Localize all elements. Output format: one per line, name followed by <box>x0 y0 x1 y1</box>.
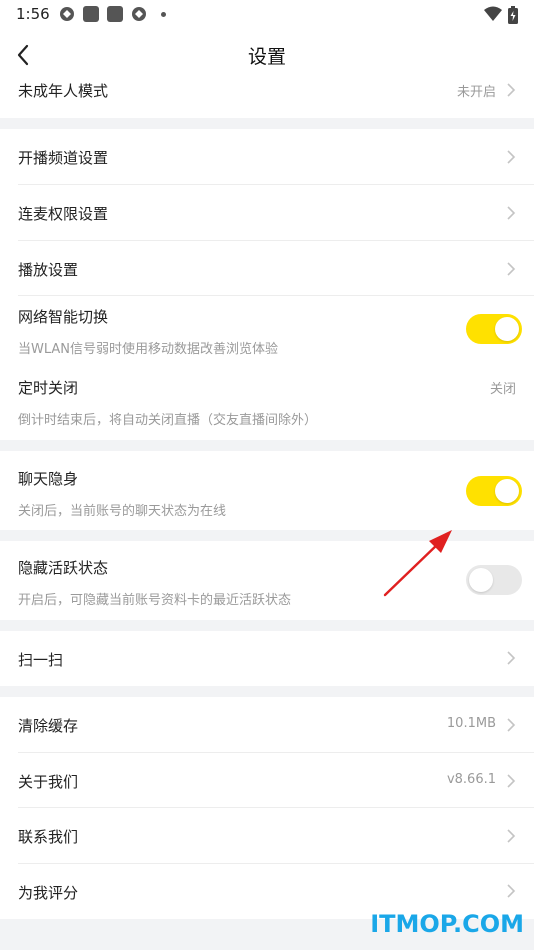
contact-us-row[interactable]: 联系我们 <box>0 808 534 864</box>
minor-mode-label: 未成年人模式 <box>18 82 109 100</box>
chat-invisible-toggle[interactable] <box>466 476 522 506</box>
channel-settings-label: 开播频道设置 <box>18 149 109 167</box>
chevron-right-icon <box>507 774 516 788</box>
chat-invisible-label: 聊天隐身 <box>18 470 79 488</box>
chevron-right-icon <box>507 651 516 665</box>
contact-us-label: 联系我们 <box>18 828 79 846</box>
about-us-row[interactable]: 关于我们 v8.66.1 <box>0 753 534 808</box>
rate-us-label: 为我评分 <box>18 884 79 902</box>
app-notification-icon <box>132 7 146 21</box>
about-us-label: 关于我们 <box>18 773 79 791</box>
annotation-arrow-icon <box>383 530 452 597</box>
chevron-right-icon <box>507 718 516 732</box>
mic-permission-label: 连麦权限设置 <box>18 205 109 223</box>
clear-cache-row[interactable]: 清除缓存 10.1MB <box>0 697 534 753</box>
section-gap <box>0 686 534 697</box>
app-notification-icon <box>83 6 99 22</box>
battery-icon <box>508 6 518 24</box>
scan-row[interactable]: 扫一扫 <box>0 631 534 686</box>
chevron-right-icon <box>507 206 516 220</box>
hide-active-status-description: 开启后，可隐藏当前账号资料卡的最近活跃状态 <box>18 593 292 608</box>
section-gap <box>0 620 534 631</box>
chat-invisible-row: 聊天隐身 关闭后，当前账号的聊天状态为在线 <box>0 451 534 530</box>
hide-active-status-toggle[interactable] <box>466 565 522 595</box>
wifi-icon <box>484 6 502 21</box>
minor-mode-row[interactable]: 未成年人模式 未开启 <box>0 80 534 118</box>
network-switch-description: 当WLAN信号弱时使用移动数据改善浏览体验 <box>18 342 279 357</box>
network-switch-label: 网络智能切换 <box>18 308 109 326</box>
clear-cache-label: 清除缓存 <box>18 717 79 735</box>
timer-close-value: 关闭 <box>489 382 516 397</box>
watermark-logo: ITMOP.COM <box>370 910 524 938</box>
chat-invisible-description: 关闭后，当前账号的聊天状态为在线 <box>18 504 227 519</box>
status-time: 1:56 <box>16 5 50 23</box>
app-version-value: v8.66.1 <box>446 772 496 787</box>
network-switch-toggle[interactable] <box>466 314 522 344</box>
top-nav-bar: 设置 <box>0 30 534 80</box>
section-gap <box>0 440 534 451</box>
chevron-right-icon <box>507 829 516 843</box>
toggle-knob <box>495 317 519 341</box>
playback-settings-row[interactable]: 播放设置 <box>0 241 534 296</box>
toggle-knob <box>469 568 493 592</box>
timer-close-row[interactable]: 定时关闭 倒计时结束后，将自动关闭直播（交友直播间除外） 关闭 <box>0 366 534 440</box>
timer-close-description: 倒计时结束后，将自动关闭直播（交友直播间除外） <box>18 413 318 428</box>
app-notification-icon <box>107 6 123 22</box>
page-title: 设置 <box>247 46 286 68</box>
scan-label: 扫一扫 <box>18 651 64 669</box>
mic-permission-row[interactable]: 连麦权限设置 <box>0 185 534 241</box>
timer-close-label: 定时关闭 <box>18 379 79 397</box>
chevron-right-icon <box>507 262 516 276</box>
chevron-right-icon <box>507 884 516 898</box>
network-switch-row: 网络智能切换 当WLAN信号弱时使用移动数据改善浏览体验 <box>0 296 534 366</box>
status-bar: 1:56 <box>0 0 534 30</box>
section-gap <box>0 118 534 129</box>
toggle-knob <box>495 479 519 503</box>
minor-mode-value: 未开启 <box>456 85 496 100</box>
chevron-right-icon <box>507 150 516 164</box>
playback-settings-label: 播放设置 <box>18 261 79 279</box>
chevron-right-icon <box>507 83 516 97</box>
hide-active-status-label: 隐藏活跃状态 <box>18 559 109 577</box>
more-notifications-dot <box>161 12 166 17</box>
app-notification-icon <box>60 7 74 21</box>
cache-size-value: 10.1MB <box>446 716 496 731</box>
channel-settings-row[interactable]: 开播频道设置 <box>0 129 534 185</box>
